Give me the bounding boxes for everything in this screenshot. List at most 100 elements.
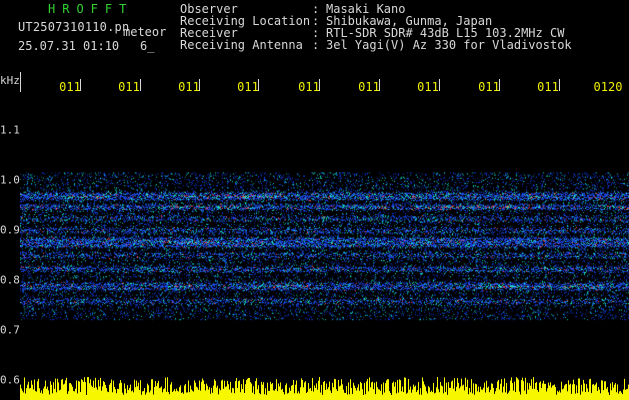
signal-level-bar [254,394,255,400]
signal-level-bar [371,382,372,400]
signal-level-bar [55,378,56,400]
signal-level-bar [375,394,376,400]
signal-level-bar [235,381,236,400]
signal-level-bar [470,392,471,400]
signal-level-bar [87,377,88,400]
signal-level-bar [622,394,623,400]
signal-level-bar [121,382,122,400]
signal-level-bar [48,390,49,400]
signal-level-bar [540,381,541,400]
signal-level-bar [426,391,427,400]
signal-level-bar [183,393,184,400]
signal-level-bar [119,383,120,400]
signal-level-bar [425,386,426,400]
signal-level-bar [360,381,361,400]
signal-level-bar [451,381,452,400]
signal-level-bar [492,383,493,400]
image-filename: UT2507310110.pn [18,20,130,34]
signal-level-bar [328,387,329,400]
signal-level-bar [508,392,509,400]
signal-level-bar [206,383,207,400]
signal-level-bar [265,388,266,400]
signal-level-bar [288,392,289,400]
signal-level-bar [86,394,87,400]
signal-level-bar [466,386,467,400]
signal-level-bar [442,386,443,400]
signal-level-bar [503,386,504,400]
signal-level-bar [312,377,313,400]
signal-level-bar [423,381,424,400]
signal-level-bar [505,392,506,400]
signal-level-bar [314,385,315,400]
time-marker [199,79,200,91]
signal-level-bar [115,389,116,400]
signal-level-bar [596,382,597,400]
signal-level-bar [40,392,41,400]
signal-level-bar [389,391,390,400]
signal-level-bar [618,393,619,400]
signal-level-bar [481,389,482,400]
signal-level-bar [613,387,614,400]
signal-level-bar [504,378,505,400]
signal-level-bar [282,388,283,400]
signal-level-bar [234,393,235,400]
signal-level-bar [519,391,520,400]
signal-level-bar [568,380,569,400]
signal-level-bar [196,386,197,400]
signal-level-bar [153,394,154,400]
signal-level-bar [310,387,311,400]
signal-level-bar [330,390,331,400]
signal-level-bar [112,392,113,400]
signal-level-bar [295,384,296,400]
info-row-antenna: Receiving Antenna : 3el Yagi(V) Az 330 f… [180,39,572,51]
signal-level-bar [319,377,320,400]
signal-level-bar [535,382,536,400]
signal-level-bar [147,383,148,400]
signal-level-bar [467,379,468,400]
signal-level-bar [211,387,212,400]
signal-level-bar [407,392,408,400]
signal-level-bar [397,379,398,400]
signal-level-bar [80,392,81,400]
signal-level-bar [159,388,160,400]
signal-level-bar [180,385,181,400]
signal-level-bar [484,382,485,400]
time-marker [80,79,81,91]
signal-level-bar [438,389,439,400]
signal-level-bar [527,382,528,400]
signal-level-bar [151,379,152,400]
signal-level-bar [556,394,557,400]
signal-level-bar [334,378,335,400]
signal-level-bar [361,383,362,400]
signal-level-bar [264,394,265,400]
signal-level-bar [454,378,455,400]
time-marker [499,79,500,91]
signal-level-bar [129,387,130,400]
signal-level-bar [462,385,463,400]
signal-level-bar [471,379,472,400]
signal-level-bar [575,393,576,400]
signal-level-bar [202,378,203,400]
signal-level-bar [20,384,21,400]
signal-level-bar [236,378,237,400]
signal-level-bar [444,377,445,400]
signal-level-bar [355,388,356,400]
signal-level-bar [482,389,483,400]
signal-level-bar [67,393,68,400]
signal-level-bar [64,383,65,400]
timestamp: 25.07.31 01:10 [18,39,120,53]
signal-level-bar [81,379,82,400]
signal-level-bar [447,394,448,400]
signal-level-bar [185,383,186,400]
signal-level-bar [589,379,590,400]
signal-level-bar [480,386,481,400]
signal-level-bar [247,378,248,400]
signal-level-bar [249,377,250,400]
signal-level-bar [101,390,102,400]
signal-level-bar [304,382,305,400]
signal-level-bar [256,378,257,400]
signal-level-bars [20,377,629,400]
signal-level-bar [616,392,617,400]
signal-level-bar [594,385,595,400]
signal-level-bar [125,388,126,400]
